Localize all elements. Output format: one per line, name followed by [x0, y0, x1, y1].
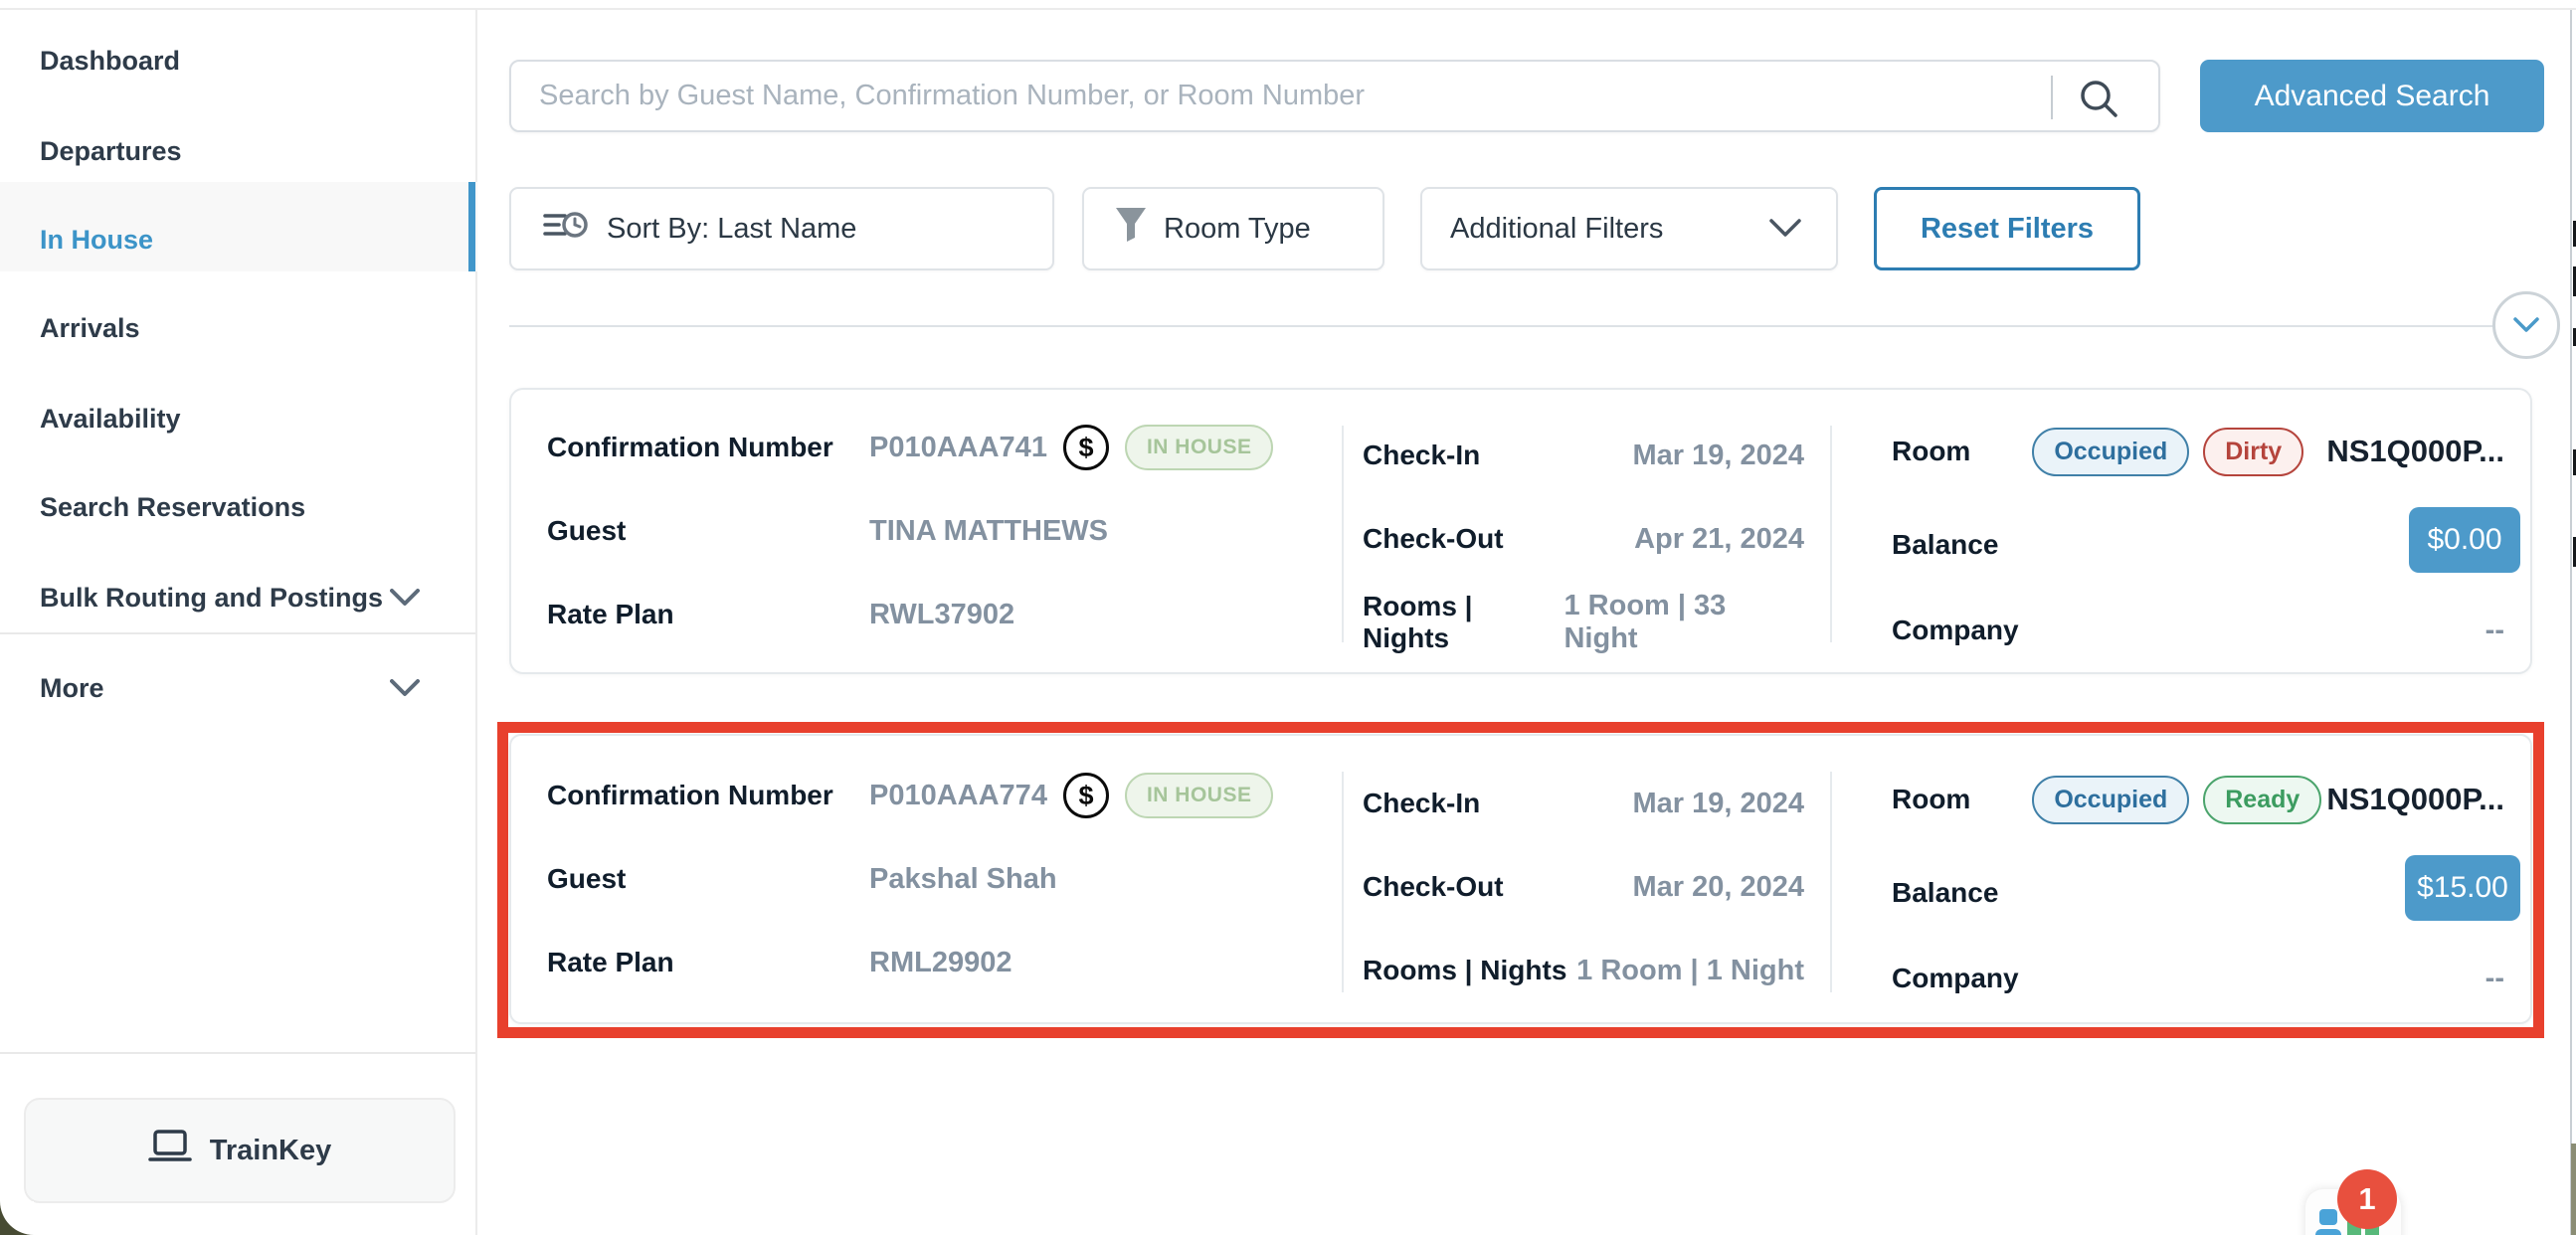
sidebar-item-label: Availability	[40, 404, 181, 435]
funnel-icon	[1114, 206, 1148, 252]
sort-by-dropdown[interactable]: Sort By: Last Name	[509, 187, 1054, 270]
company-label: Company	[1892, 615, 2019, 646]
in-house-status-badge: IN HOUSE	[1125, 773, 1274, 818]
check-out-value: Apr 21, 2024	[1634, 523, 1804, 556]
reset-filters-button[interactable]: Reset Filters	[1874, 187, 2140, 270]
guest-label: Guest	[547, 863, 869, 895]
confirmation-number-label: Confirmation Number	[547, 432, 869, 463]
highlight-outline: Confirmation Number P010AAA774 $ IN HOUS…	[497, 722, 2544, 1038]
trainkey-button[interactable]: TrainKey	[24, 1098, 456, 1203]
sidebar-item-in-house[interactable]: In House	[0, 208, 477, 271]
collapse-chevron-button[interactable]	[2492, 291, 2560, 359]
sidebar-item-label: Search Reservations	[40, 492, 305, 523]
company-label: Company	[1892, 963, 2019, 994]
laptop-icon	[148, 1130, 192, 1171]
additional-filters-label: Additional Filters	[1450, 213, 1663, 246]
guest-value: Pakshal Shah	[869, 863, 1057, 896]
room-type-dropdown[interactable]: Room Type	[1082, 187, 1384, 270]
rate-plan-label: Rate Plan	[547, 599, 869, 630]
balance-label: Balance	[1892, 529, 1998, 561]
sidebar-item-label: In House	[40, 225, 153, 256]
search-separator	[2051, 76, 2053, 119]
in-house-status-badge: IN HOUSE	[1125, 425, 1274, 470]
balance-button[interactable]: $15.00	[2405, 855, 2520, 921]
sidebar-item-label: More	[40, 673, 104, 704]
balance-button[interactable]: $0.00	[2409, 507, 2520, 573]
search-icon[interactable]	[2077, 77, 2120, 125]
room-label: Room	[1892, 436, 1970, 467]
sidebar-divider	[0, 632, 475, 634]
guest-label: Guest	[547, 515, 869, 547]
background-window-edge	[2570, 10, 2572, 1235]
card-column-divider	[1830, 426, 1832, 642]
dollar-icon[interactable]: $	[1063, 425, 1109, 470]
sidebar-item-availability[interactable]: Availability	[0, 387, 477, 450]
dollar-icon[interactable]: $	[1063, 773, 1109, 818]
sidebar-item-departures[interactable]: Departures	[0, 119, 477, 183]
check-in-label: Check-In	[1363, 440, 1480, 471]
rate-plan-value: RML29902	[869, 947, 1012, 979]
reservation-card[interactable]: Confirmation Number P010AAA741 $ IN HOUS…	[509, 388, 2532, 674]
sort-time-icon	[543, 207, 589, 251]
trainkey-label: TrainKey	[210, 1135, 332, 1167]
sidebar-item-search-reservations[interactable]: Search Reservations	[0, 475, 477, 539]
rate-plan-value: RWL37902	[869, 599, 1014, 631]
card-column-divider	[1342, 426, 1344, 642]
sidebar-bottom-divider	[0, 1052, 475, 1054]
notification-badge[interactable]: 1	[2337, 1169, 2397, 1229]
company-value: --	[2485, 615, 2504, 647]
sort-by-label: Sort By: Last Name	[607, 213, 856, 246]
in-house-page: Dashboard Departures In House Arrivals A…	[0, 0, 2576, 1235]
additional-filters-dropdown[interactable]: Additional Filters	[1420, 187, 1838, 270]
sidebar-item-arrivals[interactable]: Arrivals	[0, 296, 477, 360]
rooms-nights-label: Rooms | Nights	[1363, 955, 1566, 986]
rooms-nights-value: 1 Room | 1 Night	[1576, 955, 1804, 987]
room-status-badge: Occupied	[2032, 776, 2189, 824]
room-label: Room	[1892, 784, 1970, 815]
rooms-nights-label: Rooms | Nights	[1363, 591, 1564, 654]
balance-label: Balance	[1892, 877, 1998, 909]
reservation-card[interactable]: Confirmation Number P010AAA774 $ IN HOUS…	[509, 734, 2532, 1024]
card-column-divider	[1830, 772, 1832, 992]
check-out-label: Check-Out	[1363, 871, 1504, 903]
check-out-label: Check-Out	[1363, 523, 1504, 555]
room-type-label: Room Type	[1164, 213, 1311, 246]
sidebar: Dashboard Departures In House Arrivals A…	[0, 10, 477, 1235]
card-column-divider	[1342, 772, 1344, 992]
check-in-label: Check-In	[1363, 788, 1480, 819]
housekeeping-status-badge: Dirty	[2203, 428, 2303, 476]
guest-value: TINA MATTHEWS	[869, 515, 1108, 548]
room-status-badge: Occupied	[2032, 428, 2189, 476]
rooms-nights-value: 1 Room | 33 Night	[1564, 590, 1804, 655]
sidebar-item-label: Departures	[40, 136, 182, 167]
confirmation-number-value: P010AAA741	[869, 432, 1047, 464]
chevron-down-icon	[1768, 213, 1802, 246]
room-number: NS1Q000P...	[2326, 434, 2504, 469]
search-bar	[509, 60, 2160, 132]
confirmation-number-value: P010AAA774	[869, 780, 1047, 812]
sidebar-item-dashboard[interactable]: Dashboard	[0, 29, 477, 92]
confirmation-number-label: Confirmation Number	[547, 780, 869, 811]
rate-plan-label: Rate Plan	[547, 947, 869, 978]
check-in-value: Mar 19, 2024	[1632, 788, 1804, 820]
check-out-value: Mar 20, 2024	[1632, 871, 1804, 904]
sidebar-item-bulk-routing[interactable]: Bulk Routing and Postings	[0, 566, 477, 629]
chevron-down-icon	[390, 673, 420, 704]
chevron-down-icon	[390, 583, 420, 614]
housekeeping-status-badge: Ready	[2203, 776, 2321, 824]
sidebar-item-label: Arrivals	[40, 313, 140, 344]
sidebar-item-label: Dashboard	[40, 46, 180, 77]
background-window-fragment	[2571, 1144, 2576, 1235]
notification-count: 1	[2358, 1181, 2375, 1217]
advanced-search-button[interactable]: Advanced Search	[2200, 60, 2544, 132]
check-in-value: Mar 19, 2024	[1632, 440, 1804, 472]
search-input[interactable]	[537, 64, 2009, 128]
sidebar-item-more[interactable]: More	[0, 656, 477, 720]
sidebar-item-label: Bulk Routing and Postings	[40, 583, 383, 614]
room-number: NS1Q000P...	[2326, 782, 2504, 817]
results-divider	[509, 325, 2494, 327]
company-value: --	[2485, 963, 2504, 995]
